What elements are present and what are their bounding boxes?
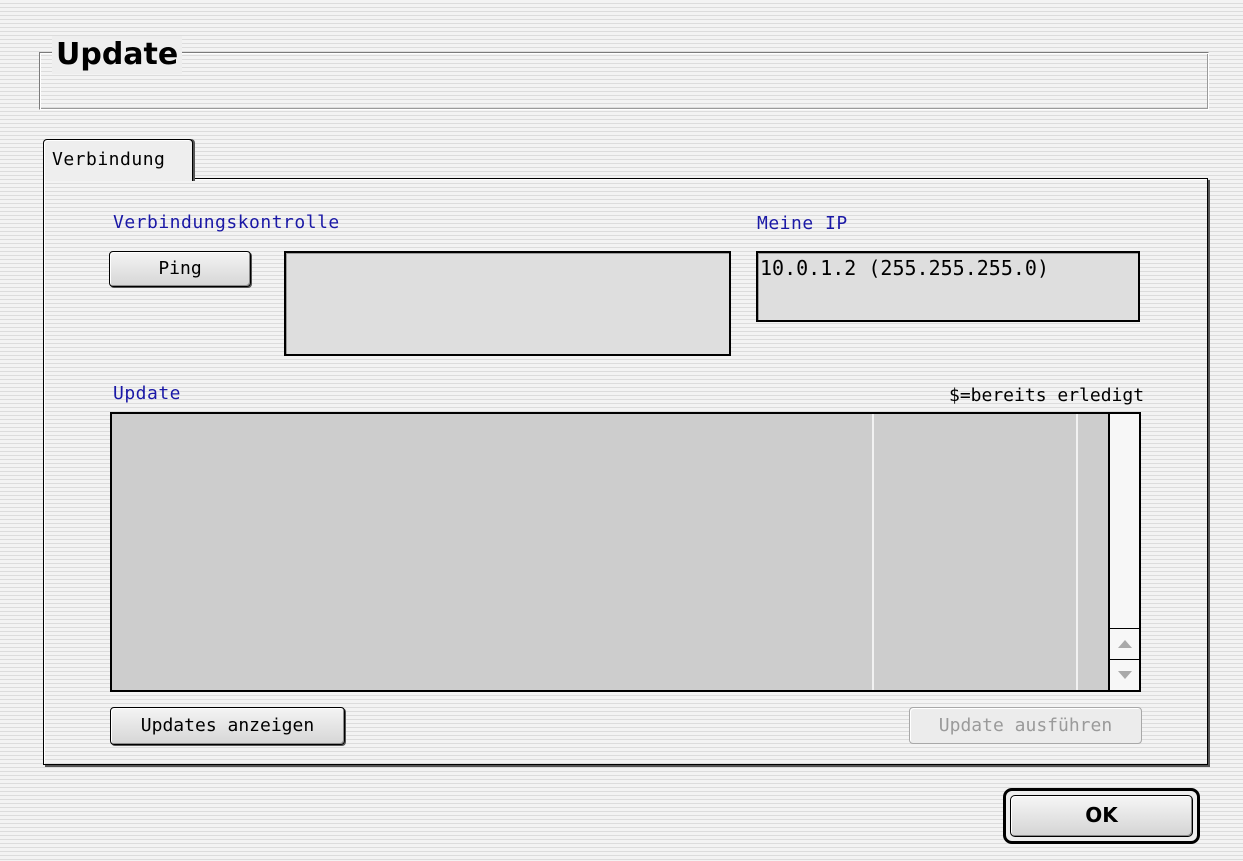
column-separator: [872, 414, 874, 690]
my-ip-field: 10.0.1.2 (255.255.255.0): [756, 251, 1140, 322]
my-ip-value: 10.0.1.2 (255.255.255.0): [760, 256, 1049, 280]
ok-button[interactable]: OK: [1003, 788, 1200, 844]
my-ip-section-label: Meine IP: [757, 213, 848, 234]
update-list[interactable]: [110, 412, 1141, 692]
title-groupbox: [39, 52, 1209, 110]
column-separator: [1076, 414, 1078, 690]
scroll-down-icon: [1117, 671, 1132, 679]
connection-section-label: Verbindungskontrolle: [113, 212, 340, 233]
vertical-scrollbar[interactable]: [1108, 414, 1139, 690]
scroll-up-icon: [1117, 640, 1132, 648]
tab-verbindung[interactable]: Verbindung: [43, 139, 193, 181]
dialog-title: Update: [52, 36, 183, 74]
ok-button-label: OK: [1010, 795, 1193, 837]
ping-button[interactable]: Ping: [109, 251, 251, 287]
update-section-label: Update: [113, 383, 182, 404]
show-updates-button[interactable]: Updates anzeigen: [110, 707, 345, 745]
run-update-button[interactable]: Update ausführen: [909, 707, 1142, 744]
legend-done-label: $=bereits erledigt: [949, 385, 1145, 406]
scroll-up-button[interactable]: [1110, 628, 1139, 659]
ping-result-field: [284, 251, 731, 356]
scroll-down-button[interactable]: [1110, 659, 1139, 690]
